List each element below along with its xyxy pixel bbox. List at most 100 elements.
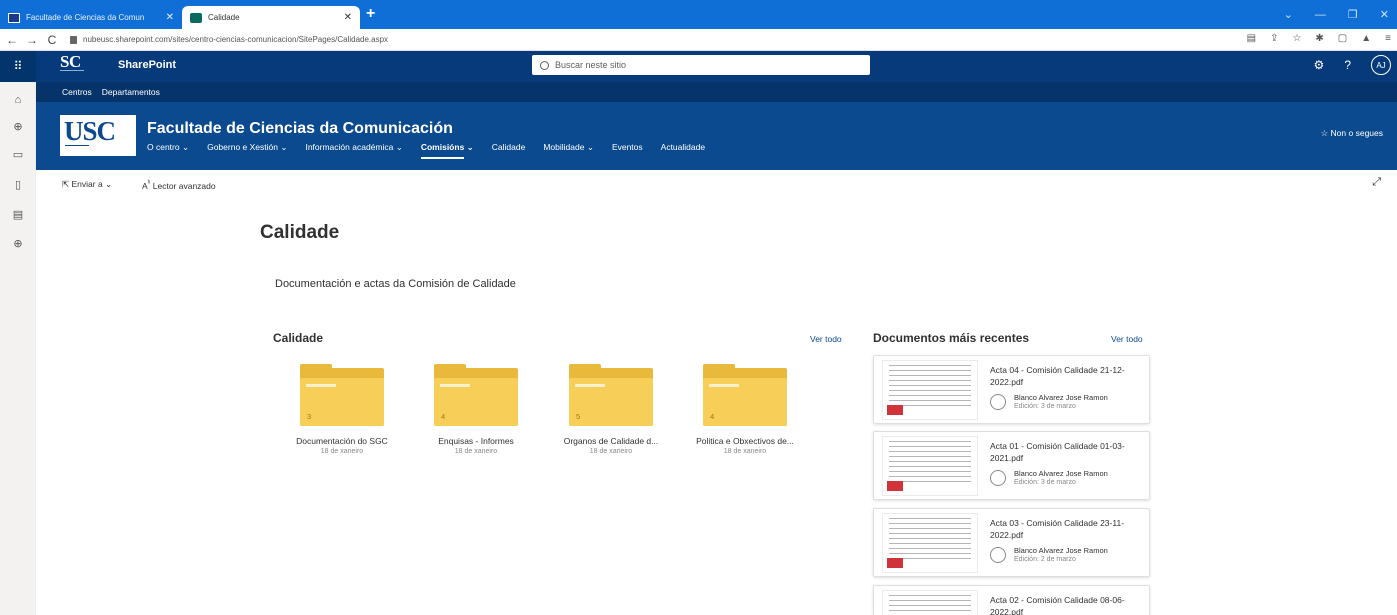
close-window-icon[interactable]: ✕	[1380, 8, 1389, 21]
app-launcher-waffle-icon[interactable]: ⠿	[0, 51, 36, 82]
collections-icon[interactable]: ▢	[1338, 33, 1347, 44]
library-see-all-link[interactable]: Ver todo	[810, 334, 842, 344]
favorite-star-icon[interactable]: ☆	[1292, 33, 1301, 44]
follow-button[interactable]: ☆ Non o segues	[1321, 128, 1383, 139]
sharepoint-favicon-icon	[190, 12, 202, 23]
folder-icon: 5	[569, 364, 653, 426]
settings-icon[interactable]: ⚙	[1314, 58, 1325, 72]
avatar[interactable]: AJ	[1371, 55, 1391, 75]
folder-front	[300, 378, 384, 426]
file-icon[interactable]: ▯	[0, 178, 36, 191]
document-card[interactable]: Acta 01 - Comisión Calidade 01-03-2021.p…	[873, 431, 1150, 500]
minimize-icon[interactable]: —	[1315, 9, 1326, 21]
author-avatar-icon	[990, 394, 1006, 410]
author-avatar-icon	[990, 547, 1006, 563]
folder-item-count: 4	[710, 412, 715, 421]
site-title[interactable]: Facultade de Ciencias da Comunicación	[147, 120, 453, 138]
page-title: Calidade	[260, 222, 340, 243]
back-button[interactable]: ←	[4, 33, 20, 47]
document-title: Acta 01 - Comisión Calidade 01-03-2021.p…	[990, 441, 1125, 463]
tab-title: Calidade	[208, 13, 240, 22]
folder-date: 18 de xaneiro	[723, 448, 767, 455]
reader-icon: Aʰ	[142, 179, 151, 191]
nav-item-calidade[interactable]: Calidade	[492, 142, 526, 153]
nav-item-comisions[interactable]: Comisións ⌄	[420, 142, 474, 159]
folder-name: Enquisas - Informes	[438, 436, 514, 446]
command-bar	[36, 170, 1397, 202]
folder-date: 18 de xaneiro	[454, 448, 498, 455]
folder-item-count: 3	[307, 412, 312, 421]
forward-button[interactable]: →	[24, 33, 40, 47]
folder-item[interactable]: 4 Enquisas - Informes 18 de xaneiro	[416, 364, 536, 455]
pdf-icon	[887, 481, 903, 491]
extensions-icon[interactable]: ✱	[1315, 33, 1323, 44]
hubnav-item-centros[interactable]: Centros	[62, 87, 92, 97]
folder-name: Documentación do SGC	[296, 436, 388, 446]
logo-underline	[60, 70, 84, 79]
immersive-reader-button[interactable]: Aʰ Lector avanzado	[142, 179, 216, 191]
app-name[interactable]: SharePoint	[118, 59, 176, 71]
expand-icon[interactable]: ⤢	[1372, 176, 1381, 189]
folder-item[interactable]: 4 Politica e Obxectivos de... 18 de xane…	[685, 364, 805, 455]
search-box[interactable]: Buscar neste sitio	[532, 55, 870, 75]
folder-icon: 4	[703, 364, 787, 426]
pdf-icon	[887, 405, 903, 415]
url-text: nubeusc.sharepoint.com/sites/centro-cien…	[83, 35, 389, 44]
read-aloud-icon[interactable]: ▤	[1247, 33, 1256, 44]
document-edited: Edición: 3 de marzo	[1014, 479, 1076, 486]
lists-icon[interactable]: ▤	[0, 208, 36, 221]
site-logo-text: USC	[64, 116, 116, 146]
nav-item-actualidade[interactable]: Actualidade	[661, 142, 705, 153]
author-avatar-icon	[990, 470, 1006, 486]
new-tab-button[interactable]: +	[366, 5, 375, 23]
recent-docs-title: Documentos máis recentes	[873, 331, 1030, 345]
site-logo[interactable]: USC	[60, 115, 136, 156]
send-to-button[interactable]: ⇱ Enviar a ⌄	[62, 179, 112, 190]
news-icon[interactable]: ▭	[0, 148, 36, 161]
create-icon[interactable]: ⊕	[0, 237, 36, 250]
document-author: Blanco Alvarez Jose Ramon	[1014, 546, 1108, 555]
document-title: Acta 02 - Comisión Calidade 08-06-2022.p…	[990, 595, 1125, 615]
nav-item-mobilidade[interactable]: Mobilidade ⌄	[543, 142, 594, 153]
folder-front	[569, 378, 653, 426]
chevron-down-icon[interactable]: ⌄	[1284, 8, 1293, 21]
document-card[interactable]: Acta 02 - Comisión Calidade 08-06-2022.p…	[873, 585, 1150, 615]
document-card[interactable]: Acta 04 - Comisión Calidade 21-12-2022.p…	[873, 355, 1150, 424]
nav-item-goberno[interactable]: Goberno e Xestión ⌄	[207, 142, 287, 153]
profile-icon[interactable]: ▲	[1361, 33, 1371, 44]
site-favicon-icon	[8, 12, 20, 23]
library-title: Calidade	[273, 331, 324, 345]
url-field[interactable]: nubeusc.sharepoint.com/sites/centro-cien…	[70, 35, 388, 44]
menu-icon[interactable]: ≡	[1385, 33, 1391, 44]
help-icon[interactable]: ?	[1344, 58, 1351, 72]
browser-tab-calidade[interactable]: Calidade ✕	[182, 6, 360, 29]
hub-navigation: Centros Departamentos	[36, 82, 1397, 102]
nav-item-informacion-academica[interactable]: Información académica ⌄	[305, 142, 402, 153]
pdf-icon	[887, 558, 903, 568]
document-thumbnail	[882, 590, 978, 615]
globe-icon[interactable]: ⊕	[0, 120, 36, 133]
document-card[interactable]: Acta 03 - Comisión Calidade 23-11-2022.p…	[873, 508, 1150, 577]
document-title: Acta 03 - Comisión Calidade 23-11-2022.p…	[990, 518, 1125, 540]
folder-icon: 3	[300, 364, 384, 426]
nav-item-o-centro[interactable]: O centro ⌄	[147, 142, 189, 153]
home-icon[interactable]: ⌂	[0, 94, 36, 106]
hubnav-item-departamentos[interactable]: Departamentos	[102, 87, 160, 97]
folder-strip	[306, 384, 336, 387]
search-icon	[540, 60, 549, 70]
nav-item-eventos[interactable]: Eventos	[612, 142, 643, 153]
recent-see-all-link[interactable]: Ver todo	[1111, 334, 1143, 344]
restore-icon[interactable]: ❐	[1348, 8, 1358, 21]
folder-item[interactable]: 3 Documentación do SGC 18 de xaneiro	[282, 364, 402, 455]
site-navigation: O centro ⌄ Goberno e Xestión ⌄ Informaci…	[147, 142, 723, 159]
usc-suite-logo[interactable]: SC	[60, 52, 81, 72]
folder-item-count: 5	[576, 412, 581, 421]
refresh-button[interactable]: C	[44, 33, 60, 47]
share-icon[interactable]: ⇪	[1270, 33, 1278, 44]
browser-tab-facultade[interactable]: Facultade de Ciencias da Comun ✕	[0, 6, 182, 29]
close-icon[interactable]: ✕	[166, 12, 174, 23]
close-icon[interactable]: ✕	[344, 12, 352, 23]
folder-item[interactable]: 5 Organos de Calidade d... 18 de xaneiro	[551, 364, 671, 455]
browser-toolbar-icons: ▤ ⇪ ☆ ✱ ▢ ▲ ≡	[1247, 33, 1391, 44]
document-author: Blanco Alvarez Jose Ramon	[1014, 393, 1108, 402]
